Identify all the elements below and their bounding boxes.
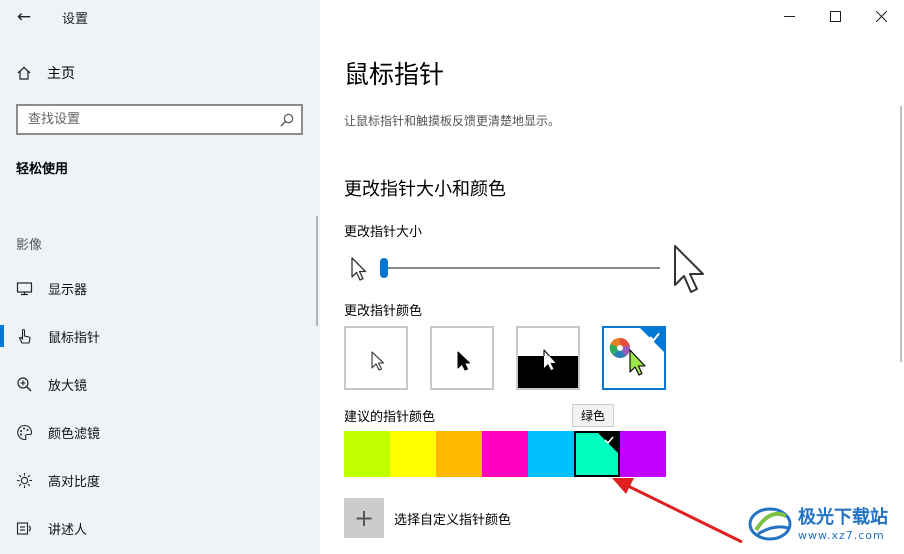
monitor-icon <box>16 280 33 297</box>
minimize-icon[interactable] <box>766 0 812 32</box>
group-title: 轻松使用 <box>16 162 69 177</box>
page-title: 鼠标指针 <box>344 60 445 89</box>
home-icon <box>16 65 32 81</box>
sidebar: ← 设置 主页 轻松使用 影像 显示器 鼠标指针 放大镜 <box>0 0 320 554</box>
pointer-size-label: 更改指针大小 <box>344 225 423 240</box>
section-title: 更改指针大小和颜色 <box>344 179 506 200</box>
color-swatch[interactable] <box>344 431 390 477</box>
sidebar-item-label: 高对比度 <box>48 474 101 490</box>
active-indicator <box>0 325 4 347</box>
pointer-color-label: 更改指针颜色 <box>344 304 423 319</box>
slider-track <box>380 267 660 269</box>
slider-thumb[interactable] <box>380 258 388 278</box>
main-scrollbar[interactable] <box>900 106 902 362</box>
sidebar-item-label: 鼠标指针 <box>48 330 101 346</box>
maximize-icon[interactable] <box>812 0 858 32</box>
magnifier-icon <box>16 376 33 393</box>
sidebar-item-narrator[interactable]: 讲述人 <box>0 508 320 548</box>
section-label: 影像 <box>16 238 43 253</box>
sidebar-item-label: 讲述人 <box>48 522 88 538</box>
color-swatch[interactable] <box>390 431 436 477</box>
main-content: 鼠标指针 让鼠标指针和触摸板反馈更清楚地显示。 更改指针大小和颜色 更改指针大小… <box>320 0 904 554</box>
watermark-url: www.xz7.com <box>798 528 885 542</box>
custom-color-button[interactable]: + 选择自定义指针颜色 <box>344 498 511 538</box>
small-pointer-icon <box>350 256 368 286</box>
mouse-pointer-hand-icon <box>16 328 33 345</box>
pointer-style-custom[interactable] <box>602 326 666 390</box>
sidebar-item-color-filters[interactable]: 颜色滤镜 <box>0 412 320 452</box>
pointer-style-white[interactable] <box>344 326 408 390</box>
large-pointer-icon <box>672 243 708 299</box>
annotation-arrow-icon <box>612 478 743 544</box>
sidebar-item-high-contrast[interactable]: 高对比度 <box>0 460 320 500</box>
sidebar-item-label: 显示器 <box>48 282 88 298</box>
plus-icon: + <box>344 498 384 538</box>
suggested-colors-label: 建议的指针颜色 <box>344 410 436 425</box>
watermark: 极光下载站 www.xz7.com <box>748 500 904 548</box>
custom-color-label: 选择自定义指针颜色 <box>394 512 512 528</box>
app-title: 设置 <box>62 12 89 27</box>
pointer-size-slider[interactable] <box>380 258 660 278</box>
page-description: 让鼠标指针和触摸板反馈更清楚地显示。 <box>344 114 561 128</box>
pointer-style-black[interactable] <box>430 326 494 390</box>
sidebar-item-mouse-pointer[interactable]: 鼠标指针 <box>0 316 320 356</box>
sidebar-item-label: 放大镜 <box>48 378 88 394</box>
color-tooltip: 绿色 <box>572 404 615 427</box>
color-swatch[interactable] <box>482 431 528 477</box>
narrator-icon <box>16 520 33 537</box>
search-input[interactable] <box>18 106 258 133</box>
color-swatch[interactable] <box>436 431 482 477</box>
palette-icon <box>16 424 33 441</box>
search-icon[interactable] <box>279 112 295 128</box>
search-box[interactable] <box>16 104 303 135</box>
sun-icon <box>16 472 33 489</box>
watermark-logo-icon <box>748 507 792 541</box>
back-arrow-icon[interactable]: ← <box>10 6 38 28</box>
home-link[interactable]: 主页 <box>16 62 75 84</box>
color-swatch[interactable] <box>528 431 574 477</box>
sidebar-item-display[interactable]: 显示器 <box>0 268 320 308</box>
sidebar-item-label: 颜色滤镜 <box>48 426 101 442</box>
watermark-title: 极光下载站 <box>798 506 888 528</box>
home-label: 主页 <box>47 66 75 82</box>
close-icon[interactable] <box>858 0 904 32</box>
pointer-style-inverted[interactable] <box>516 326 580 390</box>
sidebar-item-magnifier[interactable]: 放大镜 <box>0 364 320 404</box>
sidebar-scrollbar[interactable] <box>316 216 318 326</box>
